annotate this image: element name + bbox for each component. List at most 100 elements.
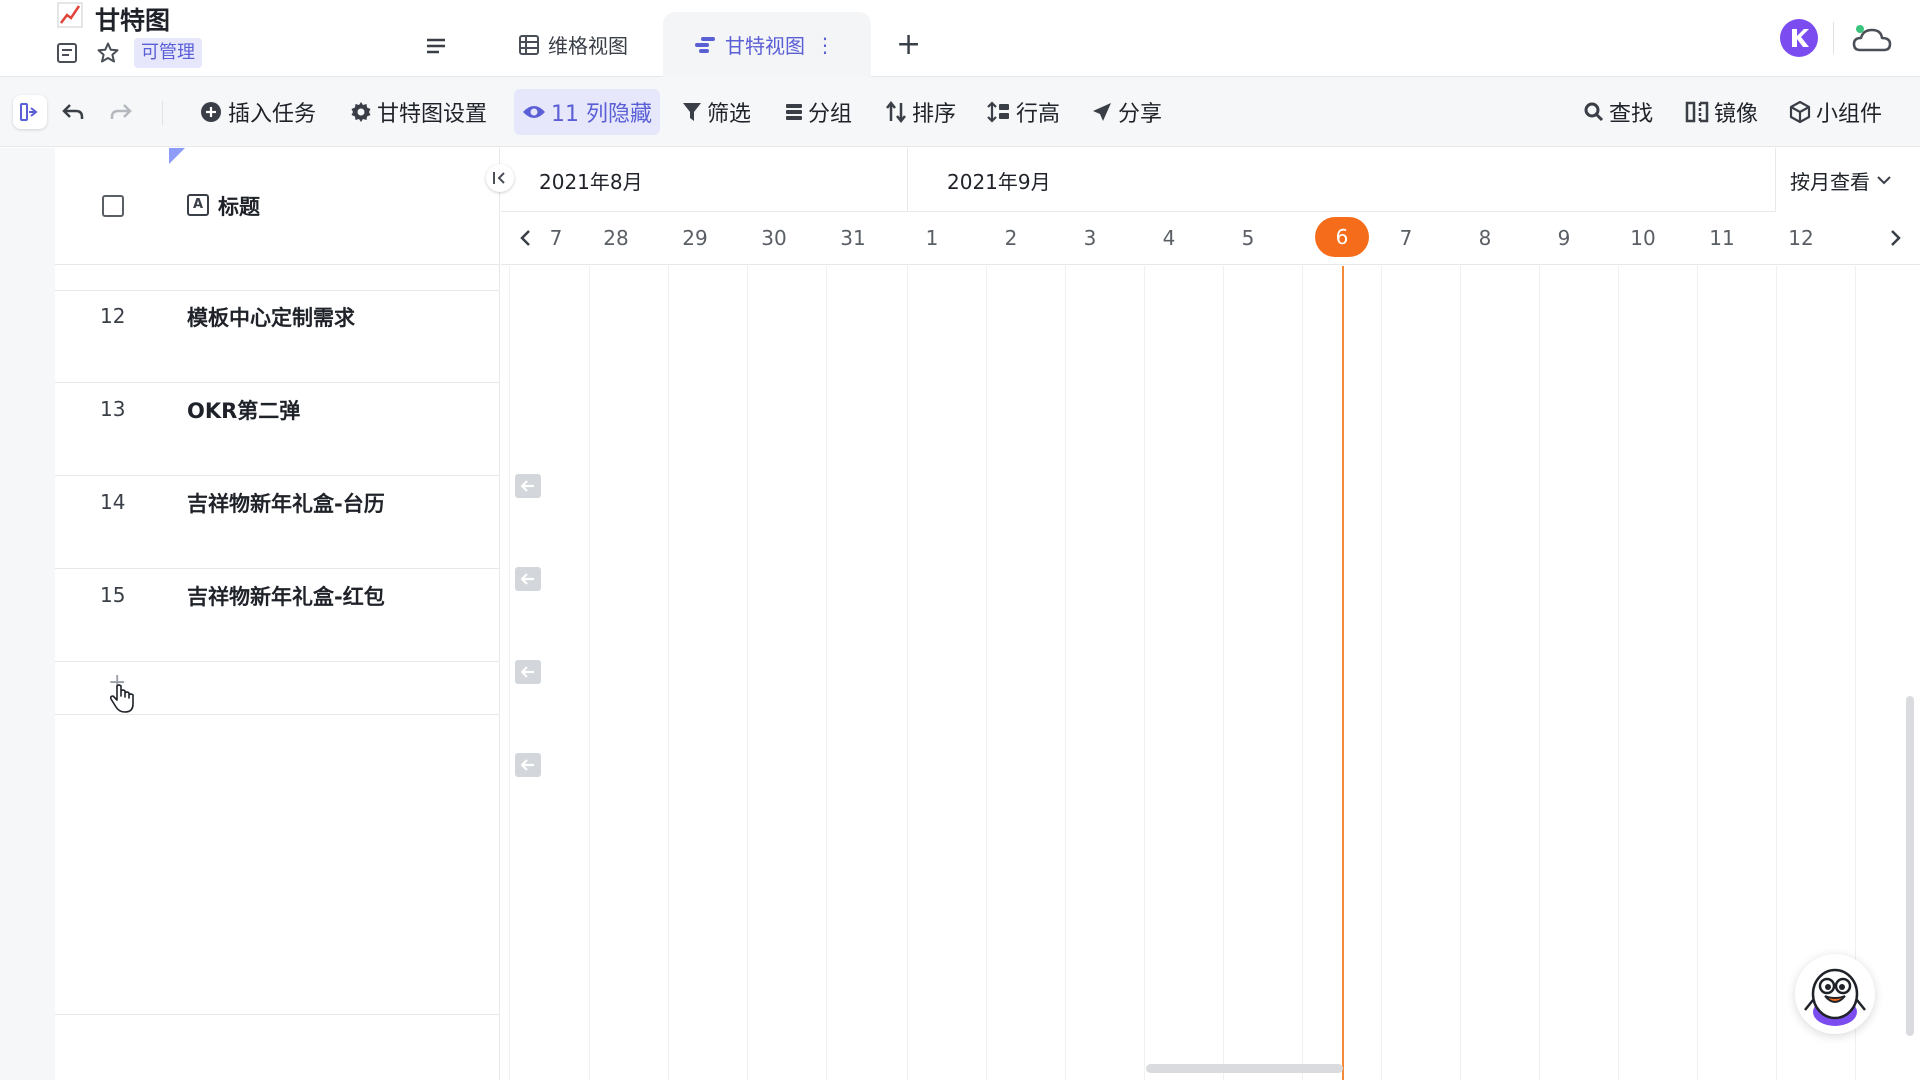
day-label: 5: [1241, 226, 1255, 250]
table-icon: [519, 34, 539, 55]
left-sidebar-strip: [0, 148, 55, 1080]
chevron-right-icon[interactable]: [1885, 226, 1905, 250]
day-label: 29: [682, 226, 708, 250]
hidden-columns-button[interactable]: 11 列隐藏: [514, 89, 660, 135]
cloud-icon[interactable]: [1850, 20, 1896, 56]
chevron-down-icon: [1877, 176, 1891, 185]
sort-icon: [886, 101, 906, 123]
sidebar-expand-icon: [20, 103, 38, 121]
day-label: 4: [1162, 226, 1176, 250]
gantt-settings-button[interactable]: 甘特图设置: [350, 89, 487, 135]
permission-badge[interactable]: 可管理: [134, 38, 202, 68]
row-title[interactable]: OKR第二弹: [187, 395, 300, 425]
select-all-checkbox[interactable]: [102, 195, 124, 217]
column-header-title[interactable]: 标题: [218, 191, 260, 221]
scroll-to-task-button[interactable]: [515, 660, 541, 684]
collapse-left-icon: [493, 172, 505, 184]
redo-icon[interactable]: [108, 99, 134, 125]
task-table: A 标题 12 模板中心定制需求 13 OKR第二弹 14 吉祥物新年礼盒-台历…: [55, 148, 500, 1080]
mirror-icon: [1685, 101, 1709, 123]
undo-icon[interactable]: [60, 99, 86, 125]
add-view-button[interactable]: +: [896, 30, 921, 60]
row-title[interactable]: 吉祥物新年礼盒-台历: [187, 488, 385, 518]
filter-icon: [683, 103, 701, 121]
arrow-left-icon: [521, 480, 534, 492]
doc-info-icon[interactable]: [55, 41, 79, 65]
filter-button[interactable]: 筛选: [682, 89, 751, 135]
tab-gantt-view[interactable]: 甘特视图 ⋮: [663, 12, 871, 77]
share-button[interactable]: 分享: [1091, 89, 1162, 135]
text-field-icon: A: [187, 194, 209, 216]
eye-icon: [523, 106, 545, 118]
day-label: 31: [840, 226, 866, 250]
vertical-scrollbar[interactable]: [1906, 696, 1914, 1036]
sidebar-toggle-button[interactable]: [13, 95, 47, 129]
today-line: [1342, 266, 1344, 1080]
search-icon: [1584, 102, 1604, 122]
scroll-to-task-button[interactable]: [515, 474, 541, 498]
group-button[interactable]: 分组: [785, 89, 852, 135]
top-divider: [1833, 22, 1834, 54]
group-icon: [786, 104, 802, 120]
collapse-table-button[interactable]: [486, 164, 514, 192]
tab-grid-view[interactable]: 维格视图: [518, 12, 628, 77]
row-number: 14: [100, 490, 126, 514]
arrow-left-icon: [521, 666, 534, 678]
month-header-row: 2021年8月 2021年9月: [501, 148, 1920, 212]
day-label: 7: [1399, 226, 1413, 250]
tab-gantt-label: 甘特视图: [725, 34, 805, 58]
mascot-helper-icon[interactable]: [1795, 954, 1875, 1034]
day-label: 30: [761, 226, 787, 250]
toolbar: 插入任务 甘特图设置 11 列隐藏 筛选 分组 排序 行高 分享 查找 镜像 小…: [0, 77, 1920, 147]
cube-icon: [1789, 101, 1811, 123]
horizontal-scrollbar[interactable]: [1146, 1064, 1343, 1073]
row-height-button[interactable]: 行高: [987, 89, 1060, 135]
row-number: 12: [100, 304, 126, 328]
plus-circle-icon: [201, 102, 221, 122]
chart-increasing-icon: [57, 2, 83, 28]
day-label: 3: [1083, 226, 1097, 250]
table-row[interactable]: 13 OKR第二弹: [55, 383, 500, 476]
find-button[interactable]: 查找: [1584, 89, 1653, 135]
row-title[interactable]: 吉祥物新年礼盒-红包: [187, 581, 385, 611]
top-bar: 甘特图 可管理 维格视图 甘特视图 ⋮ +: [0, 0, 1920, 77]
insert-task-button[interactable]: 插入任务: [199, 89, 316, 135]
row-number: 13: [100, 397, 126, 421]
day-label: 10: [1630, 226, 1656, 250]
day-header-row: 7 28 29 30 31 1 2 3 4 5 6 7 8 9 10 11 12: [501, 212, 1920, 265]
header-corner-marker: [169, 148, 185, 164]
doc-title[interactable]: 甘特图: [95, 1, 170, 37]
table-bottom-divider: [55, 1014, 500, 1015]
row-number: 15: [100, 583, 126, 607]
sort-button[interactable]: 排序: [885, 89, 956, 135]
table-row[interactable]: 14 吉祥物新年礼盒-台历: [55, 476, 500, 569]
user-avatar-icon[interactable]: [1780, 19, 1818, 57]
day-label: 8: [1478, 226, 1492, 250]
hand-cursor-icon: [109, 684, 134, 713]
day-label: 9: [1557, 226, 1571, 250]
view-mode-select[interactable]: 按月查看: [1775, 148, 1920, 212]
mirror-button[interactable]: 镜像: [1685, 89, 1758, 135]
day-label: 7: [549, 226, 563, 250]
gantt-grid[interactable]: [501, 266, 1920, 1080]
month-label: 2021年9月: [947, 170, 1051, 194]
table-row[interactable]: 15 吉祥物新年礼盒-红包: [55, 569, 500, 662]
tab-grid-label: 维格视图: [548, 34, 628, 58]
send-icon: [1093, 103, 1111, 121]
toolbar-divider: [162, 101, 163, 125]
gantt-chart: 2021年8月 2021年9月 按月查看 7 28 29 30 31 1 2 3…: [501, 148, 1920, 1080]
row-title[interactable]: 模板中心定制需求: [187, 302, 355, 332]
gantt-icon: [695, 36, 715, 53]
day-label: 2: [1004, 226, 1018, 250]
star-icon[interactable]: [96, 41, 120, 65]
scroll-to-task-button[interactable]: [515, 753, 541, 777]
today-marker: 6: [1315, 217, 1369, 257]
scroll-to-task-button[interactable]: [515, 567, 541, 591]
widget-button[interactable]: 小组件: [1789, 89, 1882, 135]
view-mode-label: 按月查看: [1790, 169, 1870, 194]
gear-icon: [351, 102, 371, 122]
view-more-icon[interactable]: ⋮: [815, 33, 836, 57]
table-row[interactable]: 12 模板中心定制需求: [55, 290, 500, 383]
day-label: 12: [1788, 226, 1814, 250]
hamburger-menu-icon[interactable]: [424, 34, 448, 58]
